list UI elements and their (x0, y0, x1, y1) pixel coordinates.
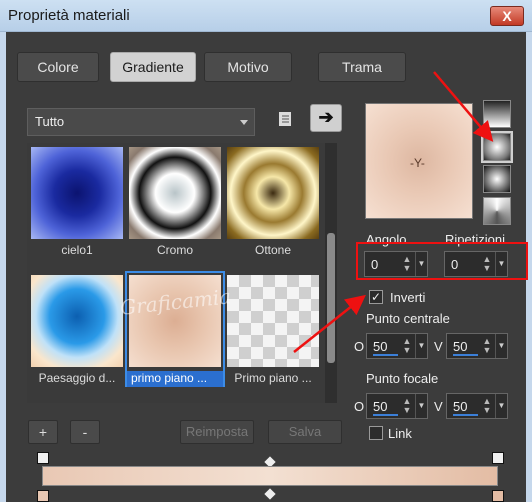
remove-button[interactable]: - (70, 420, 100, 444)
center-h-input[interactable]: 50 ▲ ▼ ▼ (366, 333, 428, 359)
center-h-label: O (354, 339, 365, 354)
chevron-down-icon (240, 120, 248, 125)
gradient-editor-bar[interactable] (42, 466, 498, 486)
center-marker-icon: -Y- (410, 156, 425, 170)
repeat-input[interactable]: 0 ▲ ▼ ▼ (444, 251, 508, 277)
value-bar (453, 354, 478, 356)
link-label: Link (388, 426, 412, 441)
focal-v-value: 50 (453, 399, 468, 414)
category-select[interactable]: Tutto (27, 108, 255, 136)
center-v-input[interactable]: 50 ▲ ▼ ▼ (446, 333, 508, 359)
chevron-down-icon[interactable]: ▼ (415, 252, 427, 276)
tab-trama[interactable]: Trama (318, 52, 406, 82)
save-button[interactable]: Salva (268, 420, 342, 444)
spin-arrows-icon[interactable]: ▲ ▼ (401, 397, 413, 415)
gallery-item-label: Ottone (254, 243, 292, 257)
spin-arrows-icon[interactable]: ▲ ▼ (481, 255, 493, 273)
value-bar (453, 414, 478, 416)
gradient-thumbnail (129, 147, 221, 239)
focal-v-label: V (434, 399, 443, 414)
value-bar (373, 354, 398, 356)
gallery-item-label: primo piano ... (127, 371, 223, 387)
gradient-stop-right[interactable] (492, 452, 504, 464)
radial-style-icon[interactable] (483, 165, 511, 193)
gradient-thumbnail (31, 147, 123, 239)
color-stop-right[interactable] (492, 490, 504, 502)
chevron-down-icon[interactable]: ▼ (415, 334, 427, 358)
center-v-label: V (434, 339, 443, 354)
gradient-thumbnail (227, 147, 319, 239)
gradient-thumbnail (227, 275, 319, 367)
chevron-down-icon[interactable]: ▼ (415, 394, 427, 418)
chevron-down-icon[interactable]: ▼ (495, 334, 507, 358)
gallery-item-label: Primo piano ... (234, 371, 312, 385)
angle-value: 0 (371, 257, 379, 272)
scrollbar-thumb[interactable] (327, 233, 335, 363)
gallery-item-cielo1[interactable]: cielo1 (29, 145, 125, 257)
arrow-right-icon[interactable]: ➔ (310, 104, 342, 132)
tab-colore[interactable]: Colore (17, 52, 99, 82)
gallery-item-ottone[interactable]: Ottone (225, 145, 321, 257)
tab-motivo[interactable]: Motivo (204, 52, 292, 82)
gallery-item-label: cielo1 (61, 243, 93, 257)
invert-label: Inverti (390, 290, 426, 305)
spin-arrows-icon[interactable]: ▲ ▼ (401, 337, 413, 355)
invert-checkbox[interactable]: ✓ (369, 290, 383, 304)
add-button[interactable]: + (28, 420, 58, 444)
link-checkbox[interactable] (369, 426, 383, 440)
gradient-stop-left[interactable] (37, 452, 49, 464)
window-title: Proprietà materiali (8, 7, 130, 24)
gallery-item-paesaggio[interactable]: Paesaggio d... (29, 273, 125, 385)
focal-h-value: 50 (373, 399, 388, 414)
sunburst-style-icon[interactable] (483, 197, 511, 225)
chevron-down-icon[interactable]: ▼ (495, 252, 507, 276)
spin-arrows-icon[interactable]: ▲ ▼ (401, 255, 413, 273)
title-bar: Proprietà materiali X (0, 0, 532, 32)
gallery-item-label: Cromo (156, 243, 193, 257)
chevron-down-icon[interactable]: ▼ (495, 394, 507, 418)
color-stop-left[interactable] (37, 490, 49, 502)
tab-gradiente[interactable]: Gradiente (110, 52, 196, 82)
reset-button[interactable]: Reimposta (180, 420, 254, 444)
focal-v-input[interactable]: 50 ▲ ▼ ▼ (446, 393, 508, 419)
focal-point-label: Punto focale (366, 371, 439, 386)
center-point-label: Punto centrale (366, 311, 450, 326)
gallery-item-label: Paesaggio d... (38, 371, 116, 385)
angle-input[interactable]: 0 ▲ ▼ ▼ (364, 251, 428, 277)
linear-style-icon[interactable] (483, 100, 511, 128)
gallery-scrollbar[interactable] (325, 143, 337, 403)
spin-arrows-icon[interactable]: ▲ ▼ (481, 397, 493, 415)
rectangular-style-icon[interactable] (481, 131, 513, 163)
gradient-thumbnail (31, 275, 123, 367)
value-bar (373, 414, 398, 416)
repeat-value: 0 (451, 257, 459, 272)
gradient-preview: -Y- (365, 103, 473, 219)
repeat-label: Ripetizioni (445, 232, 505, 247)
center-v-value: 50 (453, 339, 468, 354)
center-h-value: 50 (373, 339, 388, 354)
category-select-value: Tutto (35, 114, 65, 129)
gallery-item-cromo[interactable]: Cromo (127, 145, 223, 257)
spin-arrows-icon[interactable]: ▲ ▼ (481, 337, 493, 355)
gradient-gallery: cielo1 Cromo Ottone Paesaggio d... primo… (27, 143, 337, 403)
focal-h-input[interactable]: 50 ▲ ▼ ▼ (366, 393, 428, 419)
focal-h-label: O (354, 399, 365, 414)
close-button[interactable]: X (490, 6, 524, 26)
book-icon[interactable] (276, 110, 294, 130)
gallery-item-primo-piano-transparent[interactable]: Primo piano ... (225, 273, 321, 385)
angle-label: Angolo (366, 232, 407, 247)
